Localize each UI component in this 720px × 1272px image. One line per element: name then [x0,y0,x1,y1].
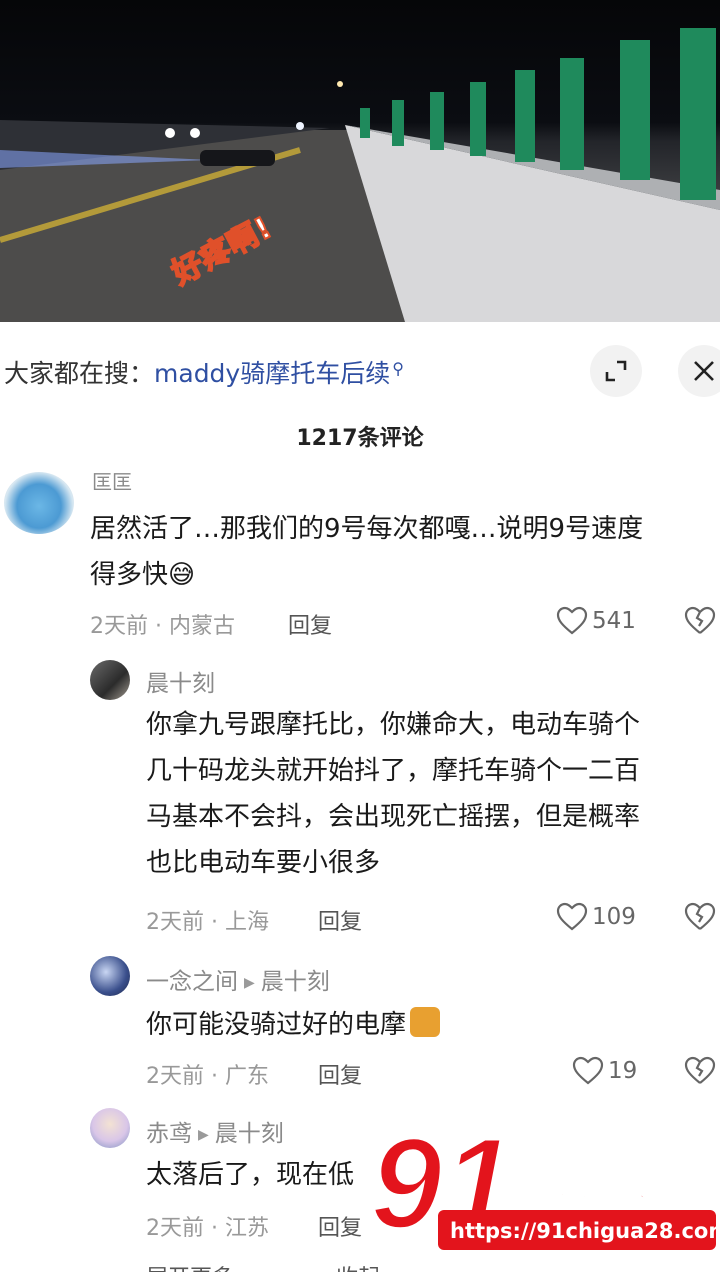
comment-line: 马基本不会抖，会出现死亡摇摆，但是概率 [146,802,641,832]
close-button[interactable] [678,345,720,397]
video-frame[interactable]: 好疼啊! [0,0,720,322]
comment-count: 1217条评论 [296,426,424,451]
comment-text: 你拿九号跟摩托比，你嫌命大，电动车骑个 几十码龙头就开始抖了，摩托车骑个一二百 … [146,702,716,886]
dislike-button[interactable] [684,902,716,936]
avatar[interactable] [90,1108,130,1148]
expand-more-link[interactable]: 展开更多 [146,1260,234,1272]
heart-icon [556,902,588,931]
dislike-button[interactable] [684,1056,716,1090]
heart-icon [572,1056,604,1085]
like-count: 19 [608,1058,638,1084]
like-count: 109 [592,904,636,930]
watermark-logo: 91 吃瓜中心 https://91chigua28.com/ [368,1108,720,1258]
broken-heart-icon [684,1056,716,1084]
sweat-smile-emoji: 😅 [168,560,196,590]
search-prefix: 大家都在搜： [4,359,155,388]
dislike-button[interactable] [684,606,716,640]
comment-username-text: 赤鸢 [146,1121,192,1147]
comment-text: 你可能没骑过好的电摩 [146,1002,716,1048]
video-scene [0,28,720,322]
expand-icon [605,360,627,382]
comment-line: 得多快😅 [90,552,710,598]
search-suggestion[interactable]: 大家都在搜：maddy骑摩托车后续 ⚲ [4,354,404,390]
like-button[interactable]: 109 [556,902,636,932]
close-icon [694,361,714,381]
comment-line: 你拿九号跟摩托比，你嫌命大，电动车骑个 [146,710,641,740]
comment-meta: 2天前 · 内蒙古 [90,614,235,639]
heart-icon [556,606,588,635]
search-icon: ⚲ [392,359,404,378]
comment-username[interactable]: 匡匡 [92,466,132,495]
comment-line: 居然活了…那我们的9号每次都嘎…说明9号速度 [90,514,644,544]
reply-target[interactable]: 晨十刻 [215,1121,284,1147]
comment-line: 也比电动车要小很多 [146,848,381,878]
reply-button[interactable]: 回复 [318,1210,362,1242]
reply-target[interactable]: 晨十刻 [261,969,330,995]
comment-meta: 2天前 · 江苏 [146,1216,269,1241]
cat-emoji [410,1007,441,1037]
like-button[interactable]: 19 [572,1056,637,1086]
avatar[interactable] [90,660,130,700]
broken-heart-icon [684,902,716,930]
comment-line: 几十码龙头就开始抖了，摩托车骑个一二百 [146,756,641,786]
comment-meta: 2天前 · 上海 [146,910,269,935]
comment-username-text: 一念之间 [146,969,238,995]
like-count: 541 [592,608,636,634]
watermark-brand: 吃瓜中心 [508,1160,668,1206]
comment-line: 你可能没骑过好的电摩 [146,1010,407,1040]
reply-button[interactable]: 回复 [318,1058,362,1090]
reply-button[interactable]: 回复 [288,608,332,640]
reply-button[interactable]: 回复 [318,904,362,936]
broken-heart-icon [684,606,716,634]
comment-username[interactable]: 晨十刻 [146,664,215,698]
watermark-url: https://91chigua28.com/ [450,1219,720,1243]
reply-arrow-icon: ▶ [198,1127,209,1143]
comment-username[interactable]: 赤鸢 ▶ 晨十刻 [146,1114,284,1148]
search-keyword[interactable]: maddy骑摩托车后续 [154,359,390,388]
avatar[interactable] [90,956,130,996]
comment-username[interactable]: 一念之间 ▶ 晨十刻 [146,962,330,996]
watermark: 91 吃瓜中心 https://91chigua28.com/ [360,1108,720,1272]
comment-meta: 2天前 · 广东 [146,1064,269,1089]
comment-line-text: 得多快 [90,560,169,590]
like-button[interactable]: 541 [556,606,636,636]
reply-arrow-icon: ▶ [244,975,255,991]
comment-text: 居然活了…那我们的9号每次都嘎…说明9号速度 得多快😅 [90,506,710,598]
expand-button[interactable] [590,345,642,397]
avatar[interactable] [4,472,74,534]
